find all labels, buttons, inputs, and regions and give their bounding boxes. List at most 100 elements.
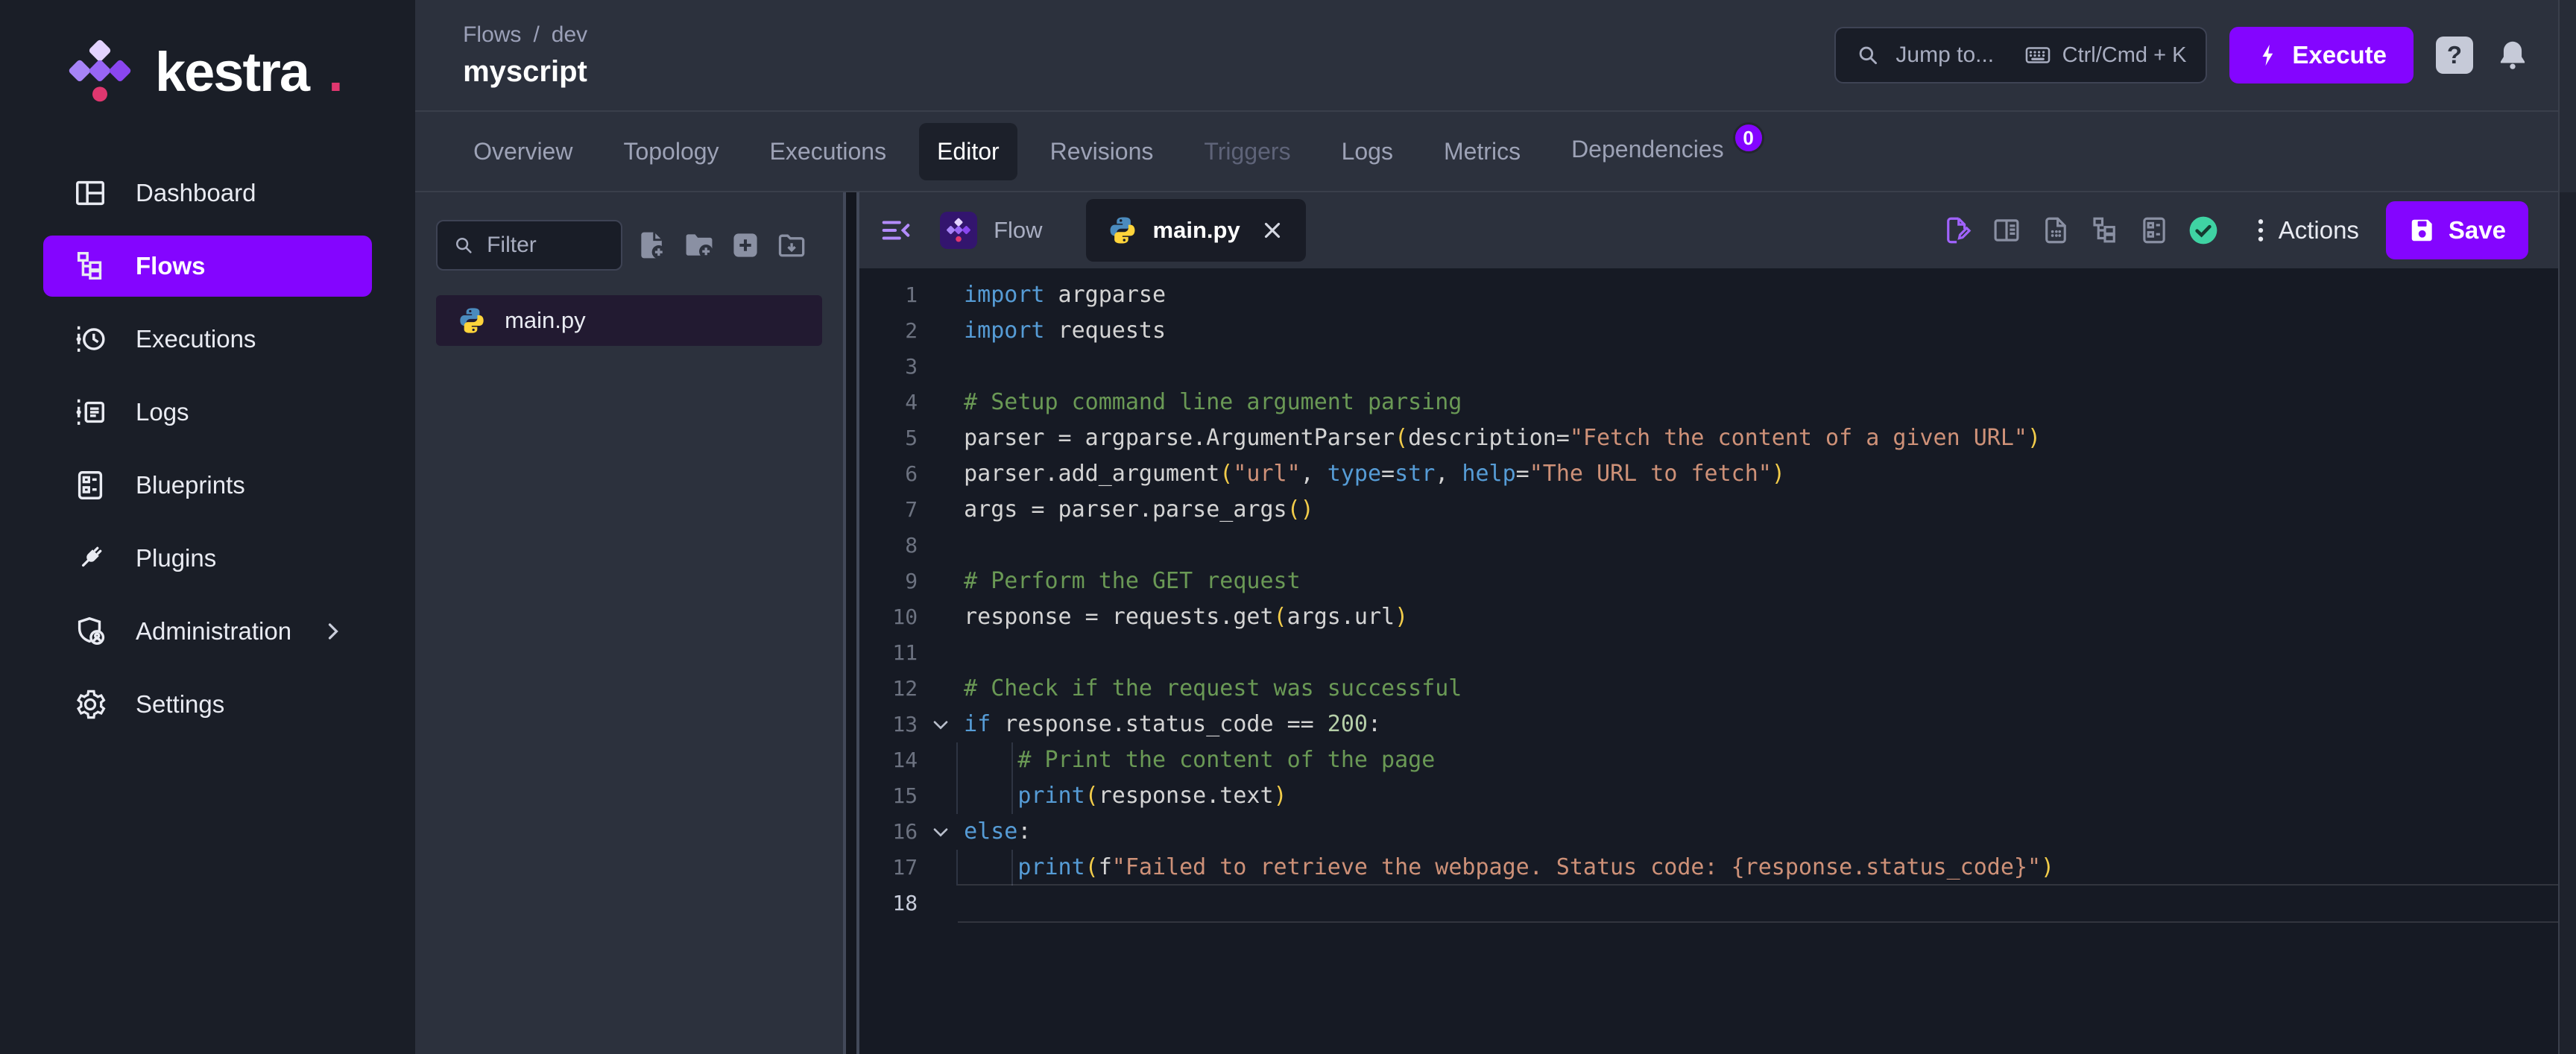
- add-icon[interactable]: [729, 229, 762, 262]
- code-text: # Print the content of the page: [956, 742, 1435, 778]
- code-text: import argparse: [964, 282, 1167, 308]
- execute-button[interactable]: Execute: [2229, 27, 2414, 83]
- blueprints-view-icon[interactable]: [2138, 215, 2170, 246]
- file-item-main.py[interactable]: main.py: [436, 295, 823, 346]
- new-file-icon[interactable]: [636, 229, 669, 262]
- sidebar-item-settings[interactable]: Settings: [43, 674, 372, 735]
- code-line[interactable]: 3: [859, 349, 2558, 385]
- code-line[interactable]: 16 else:: [859, 814, 2558, 850]
- file-explorer: main.py: [415, 192, 844, 1054]
- notifications-bell-icon[interactable]: [2496, 38, 2530, 72]
- editor-tabs: Flow main.py: [940, 199, 1306, 262]
- edit-script-icon[interactable]: [1942, 215, 1973, 246]
- sidebar-item-executions[interactable]: Executions: [43, 309, 372, 370]
- editor-tab-flow[interactable]: Flow: [940, 212, 1043, 249]
- import-folder-icon[interactable]: [776, 229, 809, 262]
- breadcrumb-flows[interactable]: Flows: [463, 22, 521, 48]
- close-tab-icon[interactable]: [1260, 218, 1285, 243]
- code-line-current[interactable]: 18: [859, 884, 2558, 923]
- tab-editor[interactable]: Editor: [919, 122, 1017, 180]
- sidebar-nav: Dashboard Flows Executions Logs Blueprints Pl…: [0, 162, 415, 735]
- search-icon: [1855, 42, 1881, 68]
- editor-toolbar-icons: [1942, 215, 2219, 246]
- file-detail-icon[interactable]: [2040, 215, 2071, 246]
- tab-topology[interactable]: Topology: [605, 123, 736, 180]
- kestra-logo[interactable]: kestra.: [0, 30, 415, 113]
- tab-executions[interactable]: Executions: [752, 123, 905, 180]
- code-line[interactable]: 14 # Print the content of the page: [859, 742, 2558, 778]
- sidebar-item-plugins[interactable]: Plugins: [43, 528, 372, 589]
- tab-logs[interactable]: Logs: [1324, 123, 1411, 180]
- sidebar-item-administration[interactable]: Administration: [43, 601, 372, 662]
- sidebar-item-dashboard[interactable]: Dashboard: [43, 162, 372, 224]
- save-button[interactable]: Save: [2385, 201, 2528, 259]
- tab-triggers: Triggers: [1186, 123, 1308, 180]
- line-number: 2: [905, 318, 918, 343]
- tab-overview[interactable]: Overview: [455, 123, 590, 180]
- gutter-spacer: [918, 671, 964, 707]
- fold-chevron-icon[interactable]: [929, 820, 953, 844]
- code-line[interactable]: 4 # Setup command line argument parsing: [859, 385, 2558, 420]
- code-line[interactable]: 17 print(f"Failed to retrieve the webpag…: [859, 850, 2558, 886]
- code-line[interactable]: 11: [859, 635, 2558, 671]
- code-text: # Check if the request was successful: [964, 675, 1462, 701]
- code-line[interactable]: 13 if response.status_code == 200:: [859, 707, 2558, 742]
- code-line[interactable]: 7 args = parser.parse_args(): [859, 492, 2558, 528]
- code-area[interactable]: 1 import argparse 2 import requests 3 4 # Setu…: [859, 268, 2558, 1054]
- jump-to-search[interactable]: Jump to... Ctrl/Cmd + K: [1834, 27, 2208, 83]
- code-line[interactable]: 12 # Check if the request was successful: [859, 671, 2558, 707]
- topology-view-icon[interactable]: [2089, 215, 2121, 246]
- code-text: if response.status_code == 200:: [964, 711, 1382, 737]
- code-line[interactable]: 10 response = requests.get(args.url): [859, 599, 2558, 635]
- code-line[interactable]: 9 # Perform the GET request: [859, 564, 2558, 599]
- tab-label: Overview: [473, 137, 573, 165]
- sidebar-item-blueprints[interactable]: Blueprints: [43, 455, 372, 516]
- gutter-spacer: [918, 313, 964, 349]
- line-number: 10: [892, 605, 918, 629]
- file-name: main.py: [505, 307, 586, 333]
- editor-toolbar: Flow main.py Actions Save: [859, 192, 2558, 268]
- new-folder-icon[interactable]: [683, 229, 716, 262]
- line-number: 18: [892, 891, 918, 915]
- gutter-spacer: [918, 635, 964, 671]
- tab-metrics[interactable]: Metrics: [1426, 123, 1538, 180]
- fold-chevron-icon[interactable]: [929, 713, 953, 736]
- filter-input[interactable]: [487, 233, 599, 258]
- panel-resize-handle[interactable]: [843, 192, 860, 1054]
- code-text: response = requests.get(args.url): [964, 604, 1409, 630]
- gutter-spacer: [918, 599, 964, 635]
- code-line[interactable]: 6 parser.add_argument("url", type=str, he…: [859, 456, 2558, 492]
- page-scrollbar[interactable]: [2558, 0, 2576, 1054]
- sidebar-item-logs[interactable]: Logs: [43, 382, 372, 443]
- content-area: main.py Flow main.py Actions: [415, 192, 2558, 1054]
- editor-tab-label: Flow: [994, 217, 1043, 243]
- floppy-disk-icon: [2408, 216, 2437, 244]
- code-line[interactable]: 5 parser = argparse.ArgumentParser(descri…: [859, 420, 2558, 456]
- line-number: 11: [892, 640, 918, 665]
- tab-dependencies[interactable]: Dependencies 0: [1553, 121, 1782, 182]
- editor-tab-main.py[interactable]: main.py: [1085, 199, 1306, 262]
- explorer-actions: [622, 229, 822, 262]
- actions-menu[interactable]: Actions: [2246, 215, 2359, 245]
- split-view-icon[interactable]: [1991, 215, 2022, 246]
- sidebar: kestra. Dashboard Flows Executions Logs Blue…: [0, 0, 416, 1054]
- fold-gutter[interactable]: [918, 707, 964, 742]
- line-number: 8: [905, 533, 918, 558]
- file-list: main.py: [415, 295, 843, 346]
- code-line[interactable]: 1 import argparse: [859, 277, 2558, 313]
- validation-ok-icon[interactable]: [2188, 215, 2219, 246]
- fold-gutter[interactable]: [918, 814, 964, 850]
- line-number: 5: [905, 426, 918, 450]
- top-header: Flows / dev myscript Jump to... Ctrl/Cmd…: [415, 0, 2558, 112]
- collapse-explorer-icon[interactable]: [879, 213, 913, 247]
- code-text: args = parser.parse_args(): [964, 496, 1314, 523]
- sidebar-item-flows[interactable]: Flows: [43, 236, 373, 297]
- code-line[interactable]: 8: [859, 528, 2558, 564]
- code-line[interactable]: 2 import requests: [859, 313, 2558, 349]
- tab-label: Logs: [1341, 137, 1393, 165]
- tab-revisions[interactable]: Revisions: [1032, 123, 1172, 180]
- breadcrumb-namespace[interactable]: dev: [552, 22, 587, 48]
- code-line[interactable]: 15 print(response.text): [859, 778, 2558, 814]
- sidebar-item-label: Flows: [136, 252, 206, 280]
- help-button[interactable]: ?: [2436, 37, 2473, 74]
